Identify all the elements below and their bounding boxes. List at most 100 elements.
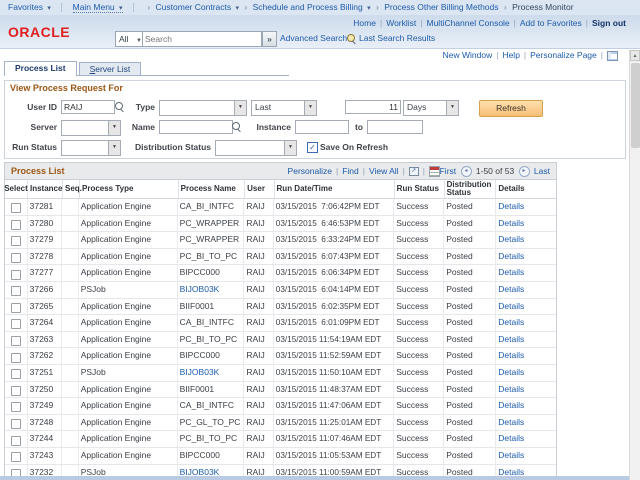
tab-server-list[interactable]: Server List (79, 62, 142, 76)
instance-to-input[interactable] (367, 120, 423, 134)
favorites-menu[interactable]: Favorites ▾ (8, 2, 51, 12)
col-run-status[interactable]: Run Status (395, 180, 445, 198)
breadcrumb-item-other-billing-methods[interactable]: Process Other Billing Methods (384, 2, 498, 12)
first-page-link[interactable]: First (440, 166, 457, 176)
run-status-select[interactable]: ▼ (61, 140, 121, 156)
details-link[interactable]: Details (498, 350, 524, 360)
row-select-checkbox[interactable] (11, 236, 21, 246)
breadcrumb-item-schedule-billing[interactable]: Schedule and Process Billing ▾ (253, 2, 371, 12)
grid-icon[interactable] (607, 51, 618, 61)
distribution-status-select[interactable]: ▼ (215, 140, 297, 156)
col-process-type[interactable]: Process Type (80, 180, 179, 198)
personalize-page-link[interactable]: Personalize Page (530, 50, 597, 60)
main-menu[interactable]: Main Menu ▾ (73, 2, 123, 13)
nav-multichannel-console[interactable]: MultiChannel Console (427, 18, 510, 28)
nav-home[interactable]: Home (353, 18, 376, 28)
search-icon[interactable] (115, 102, 123, 110)
details-link[interactable]: Details (498, 334, 524, 344)
vertical-scrollbar[interactable]: ▲ (629, 50, 640, 480)
search-scope-select[interactable]: All▼ (115, 31, 144, 47)
row-select-checkbox[interactable] (11, 253, 21, 263)
details-link[interactable]: Details (498, 417, 524, 427)
process-name-link[interactable]: BIJOB03K (180, 284, 220, 294)
col-distribution-status[interactable]: Distribution Status (445, 180, 497, 198)
row-select-checkbox[interactable] (11, 270, 21, 280)
row-select-checkbox[interactable] (11, 419, 21, 429)
process-type-cell: Application Engine (79, 398, 178, 414)
col-details[interactable]: Details (496, 180, 556, 198)
row-select-checkbox[interactable] (11, 386, 21, 396)
horizontal-scrollbar[interactable] (0, 476, 640, 480)
advanced-search-link[interactable]: Advanced Search (280, 31, 347, 45)
select-cell (5, 365, 28, 381)
run-status-cell: Success (394, 282, 444, 298)
user-cell: RAIJ (244, 415, 273, 431)
details-link[interactable]: Details (498, 284, 524, 294)
refresh-button[interactable]: Refresh (479, 100, 543, 117)
last-search-results-link[interactable]: Last Search Results (359, 31, 435, 45)
row-select-checkbox[interactable] (11, 369, 21, 379)
details-link[interactable]: Details (498, 301, 524, 311)
server-select[interactable]: ▼ (61, 120, 121, 136)
instance-from-input[interactable] (295, 120, 349, 134)
details-link[interactable]: Details (498, 251, 524, 261)
details-link[interactable]: Details (498, 218, 524, 228)
row-select-checkbox[interactable] (11, 402, 21, 412)
row-select-checkbox[interactable] (11, 436, 21, 446)
row-select-checkbox[interactable] (11, 203, 21, 213)
details-link[interactable]: Details (498, 384, 524, 394)
type-select[interactable]: ▼ (159, 100, 247, 116)
row-select-checkbox[interactable] (11, 319, 21, 329)
search-input[interactable] (143, 33, 259, 45)
breadcrumb-item-customer-contracts[interactable]: Customer Contracts ▾ (156, 2, 239, 12)
last-select[interactable]: Last▼ (251, 100, 317, 116)
nav-sign-out[interactable]: Sign out (592, 18, 626, 28)
details-link[interactable]: Details (498, 400, 524, 410)
row-select-checkbox[interactable] (11, 336, 21, 346)
user-id-input[interactable] (61, 100, 115, 114)
row-select-checkbox[interactable] (11, 220, 21, 230)
popout-window-icon[interactable]: ↗ (409, 167, 419, 176)
row-select-checkbox[interactable] (11, 303, 21, 313)
scrollbar-thumb[interactable] (631, 63, 640, 148)
col-run-datetime[interactable]: Run Date/Time (275, 180, 395, 198)
process-name-link[interactable]: BIJOB03K (180, 467, 220, 477)
find-link[interactable]: Find (342, 166, 359, 176)
details-link[interactable]: Details (498, 467, 524, 477)
search-go-button[interactable]: » (262, 31, 277, 47)
col-user[interactable]: User (245, 180, 274, 198)
days-unit-select[interactable]: Days▼ (403, 100, 459, 116)
process-name-link[interactable]: BIJOB03K (180, 367, 220, 377)
download-grid-icon[interactable] (429, 166, 440, 177)
days-count-input[interactable] (345, 100, 401, 114)
help-link[interactable]: Help (502, 50, 519, 60)
nav-worklist[interactable]: Worklist (386, 18, 416, 28)
search-icon[interactable] (232, 122, 240, 130)
next-page-icon[interactable]: ▸ (519, 166, 530, 177)
col-seq[interactable]: Seq. (63, 180, 80, 198)
col-instance[interactable]: Instance (28, 180, 63, 198)
last-page-link[interactable]: Last (534, 166, 550, 176)
row-select-checkbox[interactable] (11, 353, 21, 363)
details-link[interactable]: Details (498, 201, 524, 211)
details-link[interactable]: Details (498, 234, 524, 244)
details-link[interactable]: Details (498, 267, 524, 277)
row-select-checkbox[interactable] (11, 452, 21, 462)
nav-add-to-favorites[interactable]: Add to Favorites (520, 18, 582, 28)
details-link[interactable]: Details (498, 317, 524, 327)
row-select-checkbox[interactable] (11, 286, 21, 296)
new-window-link[interactable]: New Window (443, 50, 493, 60)
scroll-up-icon[interactable]: ▲ (630, 50, 640, 61)
previous-page-icon[interactable]: ◂ (461, 166, 472, 177)
details-link[interactable]: Details (498, 367, 524, 377)
details-link[interactable]: Details (498, 433, 524, 443)
tab-process-list[interactable]: Process List (4, 61, 77, 76)
process-name-input[interactable] (159, 120, 233, 134)
personalize-link[interactable]: Personalize (288, 166, 332, 176)
col-select[interactable]: Select (5, 180, 28, 198)
save-on-refresh-checkbox[interactable]: ✓ (307, 142, 318, 153)
details-cell: Details (496, 299, 556, 315)
view-all-link[interactable]: View All (369, 166, 399, 176)
col-process-name[interactable]: Process Name (179, 180, 245, 198)
details-link[interactable]: Details (498, 450, 524, 460)
